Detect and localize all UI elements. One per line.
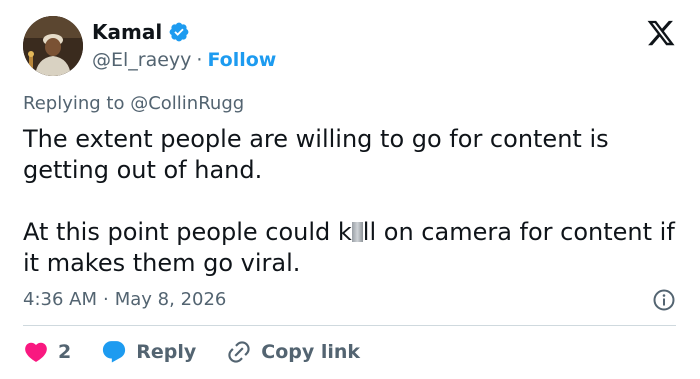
author-handle[interactable]: @El_raeyy [92,49,191,71]
tweet-text: The extent people are willing to go for … [23,124,683,279]
avatar-image [23,16,83,76]
tweet-card: Kamal @El_raeyy · Follow Replying to @Co… [0,0,700,379]
replying-to: Replying to @CollinRugg [23,93,244,114]
verified-badge-icon [169,22,189,42]
tweet-paragraph: At this point people could k ll on camera… [23,217,683,279]
author-handle-row: @El_raeyy · Follow [92,49,276,71]
x-logo-icon[interactable] [646,18,676,48]
separator: · [103,289,109,310]
tweet-time: 4:36 AM [23,289,97,310]
tweet-date: May 8, 2026 [114,289,227,310]
avatar[interactable] [23,16,83,76]
divider [23,325,676,326]
action-bar: 2 Reply Copy link [23,338,360,366]
copy-link-button[interactable]: Copy link [226,339,360,365]
tweet-timestamp[interactable]: 4:36 AM · May 8, 2026 [23,289,226,310]
follow-button[interactable]: Follow [207,49,276,71]
author-name[interactable]: Kamal [92,20,162,44]
link-icon [228,341,250,363]
heart-icon [25,342,47,362]
copy-link-label: Copy link [261,341,361,363]
like-count: 2 [58,341,72,363]
info-icon[interactable] [652,288,676,312]
tweet-paragraph: The extent people are willing to go for … [23,125,609,184]
separator: · [196,49,203,71]
replying-mention[interactable]: @CollinRugg [130,93,244,114]
reply-label: Reply [136,341,197,363]
like-button[interactable]: 2 [23,339,71,365]
replying-prefix: Replying to [23,93,125,114]
reply-button[interactable]: Reply [101,339,196,365]
author-name-row: Kamal [92,20,190,44]
censored-letter-block [351,222,363,242]
speech-bubble-icon [103,341,126,363]
tweet-text-part: At this point people could k [23,218,352,246]
